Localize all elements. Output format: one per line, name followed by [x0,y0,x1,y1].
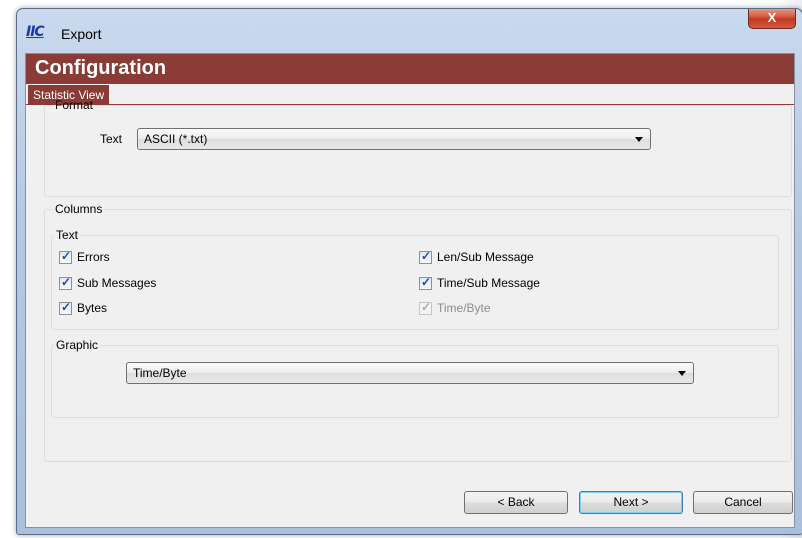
cancel-button[interactable]: Cancel [693,491,793,514]
text-format-select[interactable]: ASCII (*.txt) [137,128,651,150]
checkmark-icon: ✓ [61,300,72,314]
checkbox-box: ✓ [419,300,432,315]
format-group: Format Text ASCII (*.txt) [44,98,792,197]
checkbox-label: Time/Byte [437,301,491,315]
graphic-group: Graphic Time/Byte [51,338,779,418]
close-button[interactable]: X [748,9,796,29]
page-title: Configuration [35,57,167,79]
checkbox-box[interactable]: ✓ [419,249,432,264]
graphic-select[interactable]: Time/Byte [126,362,694,384]
checkbox-label: Sub Messages [77,276,157,290]
text-columns-group: Text ✓ Errors ✓ Sub Messages ✓ Bytes ✓ L… [51,228,779,330]
back-button[interactable]: < Back [464,491,568,514]
checkmark-icon: ✓ [421,275,432,289]
checkbox-box[interactable]: ✓ [59,275,72,290]
columns-group: Columns Text ✓ Errors ✓ Sub Messages ✓ B… [44,202,792,462]
chevron-down-icon [635,137,643,142]
export-dialog: IIC Export X Configuration Statistic Vie… [16,8,802,535]
text-format-label: Text [100,132,123,146]
close-icon: X [767,10,777,25]
graphic-value: Time/Byte [133,366,187,380]
checkmark-icon: ✓ [421,249,432,263]
checkbox-label: Errors [77,250,110,264]
format-group-label: Format [55,98,94,112]
checkmark-icon: ✓ [61,249,72,263]
text-format-value: ASCII (*.txt) [144,132,208,146]
window-title: Export [61,26,102,42]
checkbox-label: Len/Sub Message [437,250,534,264]
graphic-group-label: Graphic [56,338,99,352]
checkbox-box[interactable]: ✓ [419,275,432,290]
dialog-content: Configuration Statistic View Format Text… [25,53,795,528]
columns-group-label: Columns [55,202,103,216]
checkbox-box[interactable]: ✓ [59,249,72,264]
chevron-down-icon [678,371,686,376]
page-header: Configuration [26,54,794,84]
checkbox-label: Time/Sub Message [437,276,540,290]
title-bar[interactable]: IIC Export X [17,9,802,53]
next-button[interactable]: Next > [579,491,683,514]
text-columns-group-label: Text [56,228,79,242]
checkmark-icon: ✓ [61,275,72,289]
app-logo-icon: IIC [26,24,45,40]
checkbox-box[interactable]: ✓ [59,300,72,315]
checkmark-icon: ✓ [421,300,432,314]
checkbox-label: Bytes [77,301,108,315]
